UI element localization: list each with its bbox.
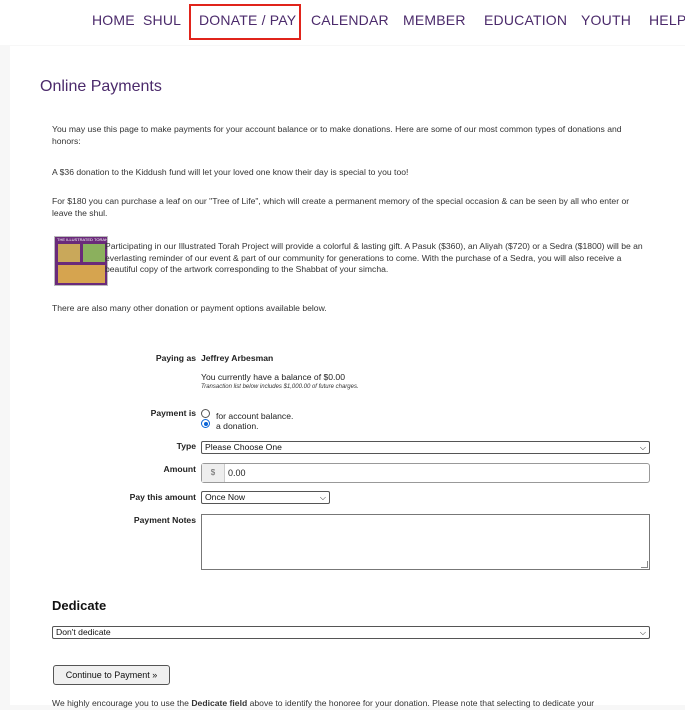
nav-member[interactable]: MEMBER <box>403 12 466 28</box>
transactions-note: Transaction list below includes $1,000.0… <box>201 384 359 390</box>
main-content: Online Payments You may use this page to… <box>10 46 685 708</box>
footer-note-start: We highly encourage you to use the <box>52 698 192 708</box>
radio-account-balance[interactable] <box>201 409 210 418</box>
kiddush-text: A $36 donation to the Kiddush fund will … <box>52 167 409 177</box>
paying-as-label: Paying as <box>155 353 196 363</box>
illustrated-torah-image: THE ILLUSTRATED TORAH <box>54 236 108 286</box>
nav-home[interactable]: HOME <box>92 12 135 28</box>
radio-donation-label: a donation. <box>216 421 259 431</box>
pay-frequency-select[interactable]: Once Now ⌵ <box>201 491 330 504</box>
resize-grip-icon[interactable] <box>641 561 648 568</box>
continue-to-payment-button[interactable]: Continue to Payment » <box>53 665 170 685</box>
amount-field[interactable]: $ 0.00 <box>201 463 650 483</box>
chevron-down-icon: ⌵ <box>639 628 646 637</box>
nav-help[interactable]: HELP <box>649 12 685 28</box>
dedicate-heading: Dedicate <box>52 598 107 613</box>
top-nav: HOME SHUL DONATE / PAY CALENDAR MEMBER E… <box>0 0 685 45</box>
dollar-prefix: $ <box>202 464 225 482</box>
dedicate-select-value: Don't dedicate <box>56 627 111 637</box>
nav-youth[interactable]: YOUTH <box>581 12 631 28</box>
payment-notes-label: Payment Notes <box>133 515 196 525</box>
dedicate-select[interactable]: Don't dedicate ⌵ <box>52 626 650 639</box>
type-select[interactable]: Please Choose One ⌵ <box>201 441 650 454</box>
nav-shul[interactable]: SHUL <box>143 12 181 28</box>
paying-as-name: Jeffrey Arbesman <box>201 353 274 363</box>
pay-frequency-value: Once Now <box>205 492 246 502</box>
payment-notes-textarea[interactable] <box>201 514 650 570</box>
other-options-text: There are also many other donation or pa… <box>52 303 327 313</box>
payment-is-label: Payment is <box>150 408 196 418</box>
illustrated-torah-title: THE ILLUSTRATED TORAH <box>57 237 108 242</box>
type-select-value: Please Choose One <box>205 442 282 452</box>
nav-education[interactable]: EDUCATION <box>484 12 567 28</box>
nav-calendar[interactable]: CALENDAR <box>311 12 389 28</box>
chevron-down-icon: ⌵ <box>639 443 646 452</box>
nav-donate-pay[interactable]: DONATE / PAY <box>199 12 296 28</box>
balance-text: You currently have a balance of $0.00 <box>201 372 345 382</box>
footer-note-end: above to identify the honoree for your d… <box>247 698 595 708</box>
chevron-down-icon: ⌵ <box>319 493 326 502</box>
amount-label: Amount <box>163 464 196 474</box>
type-label: Type <box>176 441 196 451</box>
radio-account-balance-label: for account balance. <box>216 411 294 421</box>
footer-note: We highly encourage you to use the Dedic… <box>52 698 672 710</box>
tree-text: For $180 you can purchase a leaf on our … <box>52 196 630 218</box>
pay-this-amount-label: Pay this amount <box>129 492 196 502</box>
page-title: Online Payments <box>40 78 162 95</box>
radio-donation[interactable] <box>201 419 210 428</box>
torah-text: Participating in our Illustrated Torah P… <box>105 241 643 274</box>
amount-input-value: 0.00 <box>228 468 246 478</box>
footer-note-bold: Dedicate field <box>191 698 248 708</box>
intro-text: You may use this page to make payments f… <box>52 124 622 146</box>
